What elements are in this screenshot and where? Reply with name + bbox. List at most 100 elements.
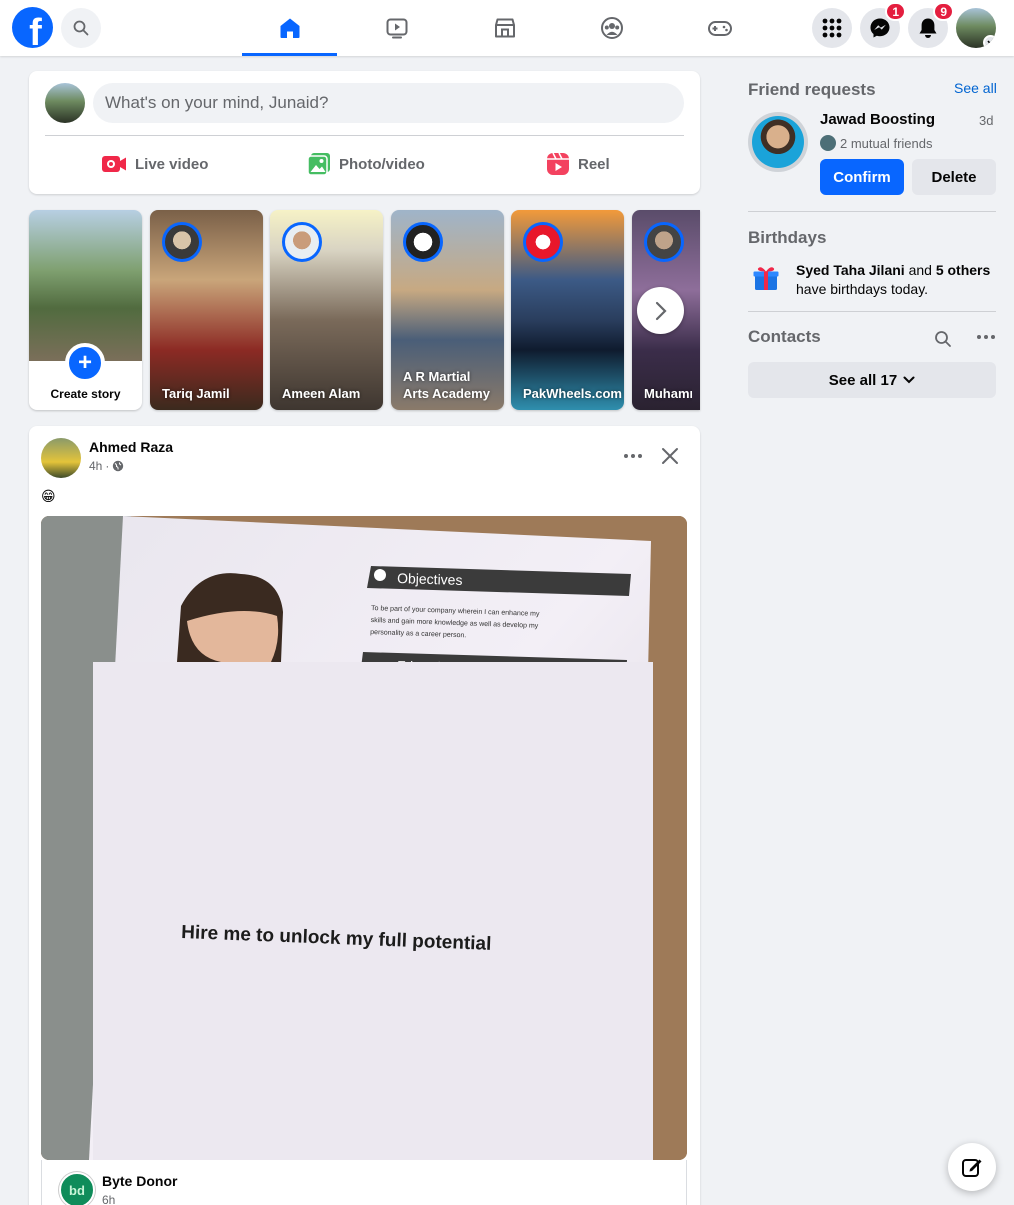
messenger-badge: 1 xyxy=(885,2,906,21)
story-name: A R Martial Arts Academy xyxy=(403,369,490,401)
video-icon xyxy=(386,18,407,39)
top-navigation-bar: f 1 9 xyxy=(0,0,1014,56)
messenger-icon xyxy=(870,18,890,38)
confirm-button[interactable]: Confirm xyxy=(820,159,904,195)
delete-button[interactable]: Delete xyxy=(912,159,996,195)
bell-icon xyxy=(919,18,937,38)
reel-label: Reel xyxy=(578,155,610,173)
groups-icon xyxy=(600,17,623,39)
mutual-friend-avatar xyxy=(820,135,836,151)
reel-icon xyxy=(547,152,569,175)
more-icon xyxy=(624,454,642,458)
composer-input[interactable]: What's on your mind, Junaid? xyxy=(93,83,684,123)
post-text: 😁 xyxy=(41,488,56,504)
story-name: PakWheels.com xyxy=(523,386,622,401)
see-all-contacts-button[interactable]: See all 17 xyxy=(748,362,996,398)
story-card[interactable]: A R Martial Arts Academy xyxy=(391,210,504,410)
feed-post: Ahmed Raza 4h · 😁 Objectives To be part … xyxy=(29,426,700,1205)
search-button[interactable] xyxy=(61,8,101,48)
search-icon xyxy=(73,20,89,36)
create-story-photo xyxy=(29,210,142,361)
birthday-name: Syed Taha Jilani xyxy=(796,262,905,278)
chevron-down-icon xyxy=(983,35,996,48)
divider xyxy=(748,311,996,312)
birthday-text[interactable]: Syed Taha Jilani and 5 others have birth… xyxy=(796,261,996,299)
see-all-contacts-label: See all 17 xyxy=(828,371,898,389)
photo-video-label: Photo/video xyxy=(339,155,425,173)
story-name: Tariq Jamil xyxy=(162,386,230,401)
story-avatar xyxy=(282,222,322,262)
tab-home[interactable] xyxy=(242,0,337,56)
story-name: Ameen Alam xyxy=(282,386,361,401)
story-avatar xyxy=(644,222,684,262)
contacts-search-button[interactable] xyxy=(934,330,952,353)
post-meta: 4h · xyxy=(89,459,124,473)
marketplace-icon xyxy=(494,18,515,38)
story-card[interactable]: Ameen Alam xyxy=(270,210,383,410)
stories-next-button[interactable] xyxy=(637,287,684,334)
plus-icon: + xyxy=(65,343,105,383)
grid-menu-icon xyxy=(822,18,842,38)
live-video-icon xyxy=(102,156,126,172)
friend-request-name[interactable]: Jawad Boosting xyxy=(820,111,935,128)
search-icon xyxy=(935,331,951,347)
shared-post-header: bd Byte Donor 6h xyxy=(41,1160,687,1205)
contacts-options-button[interactable] xyxy=(976,329,996,350)
tab-marketplace[interactable] xyxy=(457,0,552,56)
create-story-label: Create story xyxy=(50,387,121,401)
post-author-avatar[interactable] xyxy=(41,438,81,478)
shared-author-avatar[interactable]: bd xyxy=(59,1172,95,1205)
tab-gaming[interactable] xyxy=(672,0,767,56)
chevron-right-icon xyxy=(655,301,667,320)
home-icon xyxy=(280,18,299,38)
story-avatar xyxy=(162,222,202,262)
post-options-button[interactable] xyxy=(623,446,643,471)
divider xyxy=(748,211,996,212)
menu-button[interactable] xyxy=(812,8,852,48)
tab-groups[interactable] xyxy=(564,0,659,56)
story-avatar xyxy=(523,222,563,262)
reel-button[interactable]: Reel xyxy=(546,151,610,177)
contacts-title: Contacts xyxy=(748,327,821,346)
create-story-card[interactable]: + Create story xyxy=(29,210,142,410)
globe-icon xyxy=(113,460,124,472)
notifications-badge: 9 xyxy=(933,2,954,21)
friend-request-time: 3d xyxy=(979,113,994,128)
gaming-icon xyxy=(707,21,732,36)
story-avatar xyxy=(403,222,443,262)
post-author-name[interactable]: Ahmed Raza xyxy=(89,439,173,455)
resume-photo: Objectives To be part of your company wh… xyxy=(41,516,687,1160)
friend-requests-title: Friend requests xyxy=(748,80,876,99)
gift-icon xyxy=(753,267,779,290)
facebook-logo[interactable]: f xyxy=(12,7,53,48)
avatar[interactable] xyxy=(45,83,85,123)
more-icon xyxy=(977,335,995,339)
birthday-others: 5 others xyxy=(935,262,991,278)
photo-icon xyxy=(307,153,330,176)
story-name: Muhammad Imran xyxy=(644,386,692,401)
post-composer: What's on your mind, Junaid? Live video … xyxy=(29,71,700,194)
mutual-friends[interactable]: 2 mutual friends xyxy=(820,135,933,151)
shared-post-time[interactable]: 6h xyxy=(102,1193,115,1205)
live-video-label: Live video xyxy=(135,155,209,173)
messenger-button[interactable]: 1 xyxy=(860,2,906,48)
tab-video[interactable] xyxy=(349,0,444,56)
resume-heading-objectives: Objectives xyxy=(397,570,463,588)
see-all-requests-link[interactable]: See all xyxy=(954,80,997,96)
story-card[interactable]: Tariq Jamil xyxy=(150,210,263,410)
post-image[interactable]: Objectives To be part of your company wh… xyxy=(41,516,687,1160)
photo-video-button[interactable]: Photo/video xyxy=(307,151,425,177)
post-time[interactable]: 4h xyxy=(89,459,102,473)
mutual-friends-label: 2 mutual friends xyxy=(840,135,933,151)
shared-author-name[interactable]: Byte Donor xyxy=(102,1173,177,1189)
live-video-button[interactable]: Live video xyxy=(101,151,208,177)
hide-post-button[interactable] xyxy=(660,446,680,471)
chevron-down-icon xyxy=(903,376,915,384)
new-message-button[interactable] xyxy=(948,1143,996,1191)
account-avatar[interactable] xyxy=(956,8,996,48)
friend-request-avatar[interactable] xyxy=(748,112,808,172)
compose-icon xyxy=(962,1159,982,1177)
close-icon xyxy=(662,448,678,464)
story-card[interactable]: PakWheels.com xyxy=(511,210,624,410)
notifications-button[interactable]: 9 xyxy=(908,2,954,48)
